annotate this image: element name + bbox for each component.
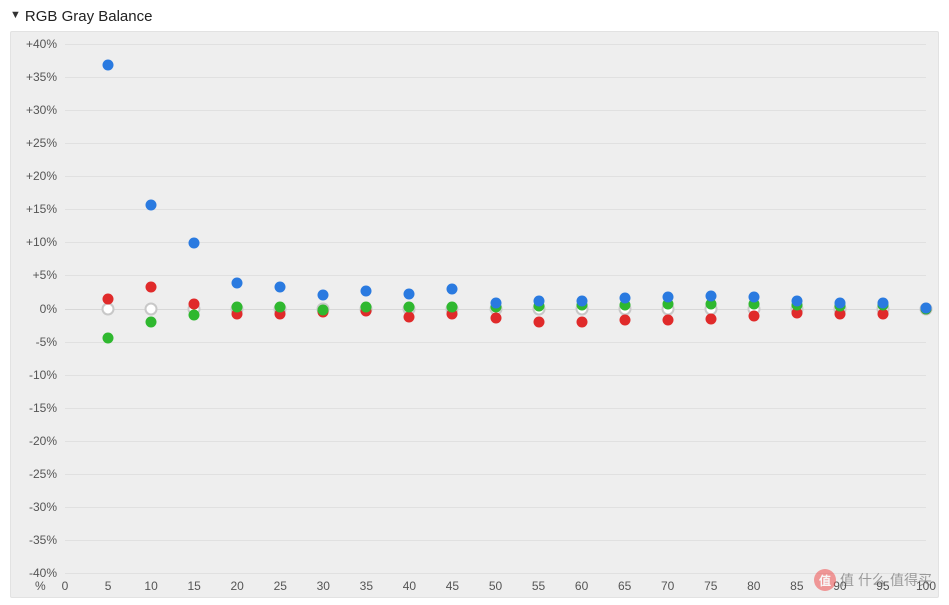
x-axis-tick-label: 90 (833, 573, 846, 593)
x-axis-tick-label: 5 (105, 573, 112, 593)
x-axis-tick-label: 75 (704, 573, 717, 593)
gridline (65, 540, 926, 541)
x-axis-tick-label: 45 (446, 573, 459, 593)
blue-point (619, 292, 630, 303)
red-point (146, 282, 157, 293)
y-axis-tick-label: -35% (29, 533, 65, 547)
y-axis-tick-label: +25% (26, 136, 65, 150)
chart-container: -40%-35%-30%-25%-20%-15%-10%-5%0%+5%+10%… (10, 31, 939, 598)
blue-point (533, 296, 544, 307)
green-point (275, 302, 286, 313)
blue-point (877, 297, 888, 308)
x-axis-unit-label: % (35, 573, 46, 593)
x-axis-tick-label: 0 (62, 573, 69, 593)
y-axis-tick-label: +5% (33, 268, 65, 282)
y-axis-tick-label: -30% (29, 500, 65, 514)
panel-title: RGB Gray Balance (25, 8, 153, 25)
y-axis-tick-label: -5% (36, 335, 65, 349)
panel-header[interactable]: ▼ RGB Gray Balance (10, 6, 939, 31)
x-axis-tick-label: 80 (747, 573, 760, 593)
x-axis-tick-label: 20 (231, 573, 244, 593)
x-axis-tick-label: 60 (575, 573, 588, 593)
gridline (65, 342, 926, 343)
red-point (705, 314, 716, 325)
x-axis-tick-label: 10 (144, 573, 157, 593)
blue-point (490, 297, 501, 308)
blue-point (361, 286, 372, 297)
green-point (404, 301, 415, 312)
blue-point (275, 282, 286, 293)
plot-area: -40%-35%-30%-25%-20%-15%-10%-5%0%+5%+10%… (65, 44, 926, 573)
green-point (232, 302, 243, 313)
x-axis-tick-label: 100 (916, 573, 936, 593)
red-point (189, 298, 200, 309)
gridline (65, 474, 926, 475)
blue-point (447, 284, 458, 295)
gridline (65, 143, 926, 144)
green-point (146, 317, 157, 328)
x-axis-tick-label: 50 (489, 573, 502, 593)
y-axis-tick-label: -10% (29, 368, 65, 382)
blue-point (232, 277, 243, 288)
blue-point (404, 288, 415, 299)
y-axis-tick-label: -15% (29, 401, 65, 415)
x-axis-tick-label: 15 (187, 573, 200, 593)
y-axis-tick-label: +35% (26, 70, 65, 84)
x-axis-tick-label: 70 (661, 573, 674, 593)
green-point (361, 301, 372, 312)
x-axis-tick-label: 85 (790, 573, 803, 593)
blue-point (103, 60, 114, 71)
blue-point (921, 302, 932, 313)
green-point (447, 302, 458, 313)
x-axis-tick-label: 25 (274, 573, 287, 593)
red-point (619, 315, 630, 326)
blue-point (576, 295, 587, 306)
blue-point (705, 290, 716, 301)
blue-point (318, 289, 329, 300)
red-point (103, 293, 114, 304)
gridline (65, 408, 926, 409)
gridline (65, 44, 926, 45)
gridline (65, 110, 926, 111)
green-point (103, 333, 114, 344)
blue-point (146, 200, 157, 211)
x-axis-tick-label: 30 (317, 573, 330, 593)
y-axis-tick-label: -20% (29, 434, 65, 448)
y-axis-tick-label: +20% (26, 169, 65, 183)
y-axis-tick-label: +30% (26, 103, 65, 117)
y-axis-tick-label: +15% (26, 202, 65, 216)
blue-point (834, 297, 845, 308)
gridline (65, 209, 926, 210)
disclosure-triangle-icon: ▼ (10, 10, 21, 21)
red-point (404, 312, 415, 323)
x-axis-tick-label: 35 (360, 573, 373, 593)
red-point (490, 313, 501, 324)
gridline (65, 275, 926, 276)
y-axis-tick-label: -25% (29, 467, 65, 481)
blue-point (189, 238, 200, 249)
red-point (748, 310, 759, 321)
y-axis-tick-label: +10% (26, 235, 65, 249)
red-point (533, 317, 544, 328)
gridline (65, 375, 926, 376)
blue-point (791, 296, 802, 307)
green-point (318, 304, 329, 315)
gridline (65, 176, 926, 177)
blue-point (748, 291, 759, 302)
y-axis-tick-label: 0% (40, 302, 65, 316)
gridline (65, 507, 926, 508)
red-point (662, 314, 673, 325)
green-point (189, 310, 200, 321)
x-axis-tick-label: 95 (876, 573, 889, 593)
x-axis-tick-label: 55 (532, 573, 545, 593)
reference-point (145, 302, 158, 315)
gridline (65, 441, 926, 442)
gridline (65, 77, 926, 78)
blue-point (662, 291, 673, 302)
x-axis-tick-label: 40 (403, 573, 416, 593)
y-axis-tick-label: +40% (26, 37, 65, 51)
red-point (576, 316, 587, 327)
x-axis-tick-label: 65 (618, 573, 631, 593)
